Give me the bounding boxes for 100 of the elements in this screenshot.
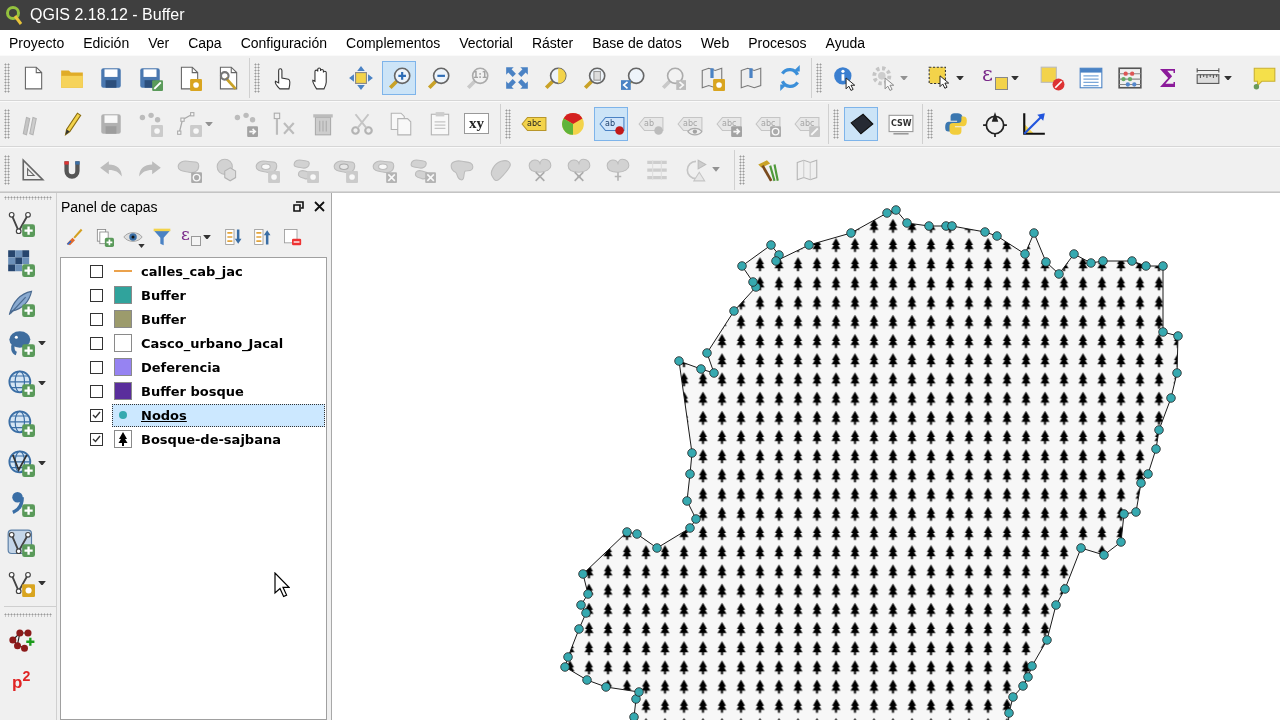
close-icon[interactable] bbox=[314, 201, 325, 212]
toolbar-grip[interactable] bbox=[927, 109, 933, 139]
caret-icon bbox=[205, 121, 213, 127]
menu-item[interactable]: Ver bbox=[139, 34, 180, 51]
zoom-out-icon bbox=[426, 65, 452, 91]
epsilon-square-button[interactable]: ε bbox=[180, 225, 216, 249]
tree-symbol-icon bbox=[114, 430, 132, 448]
monitor-button[interactable]: CSW bbox=[883, 107, 917, 141]
magnifier-icon bbox=[582, 65, 608, 91]
collapse-up-icon bbox=[253, 227, 273, 247]
shape-scissors-icon bbox=[527, 156, 553, 183]
square-icon bbox=[995, 76, 1008, 90]
toolbar-grip[interactable] bbox=[739, 154, 745, 185]
menu-item[interactable]: Configuración bbox=[231, 34, 338, 51]
filter-icon bbox=[152, 227, 172, 247]
app-logo-icon bbox=[5, 5, 23, 25]
menu-item[interactable]: Base de datos bbox=[583, 34, 692, 51]
compass-icon bbox=[982, 111, 1008, 137]
scissors-icon bbox=[349, 111, 375, 137]
layer-name: calles_cab_jac bbox=[141, 263, 243, 279]
pages-plus-icon bbox=[94, 227, 114, 247]
map-pin-icon bbox=[738, 65, 764, 91]
menu-item[interactable]: Capa bbox=[179, 34, 232, 51]
menu-item[interactable]: Complementos bbox=[337, 34, 451, 51]
toolbar-grip[interactable] bbox=[4, 154, 10, 185]
points-star-icon bbox=[137, 111, 163, 137]
globe-vector-plus-icon bbox=[7, 449, 35, 477]
toolbar-grip[interactable] bbox=[4, 63, 10, 93]
elephant-plus-icon bbox=[7, 329, 35, 357]
pie-chart-icon bbox=[560, 111, 586, 137]
toolbar-grip[interactable] bbox=[505, 109, 511, 139]
menu-item[interactable]: Vectorial bbox=[450, 34, 523, 51]
page-remove-icon bbox=[282, 227, 302, 247]
p-squared-button[interactable]: p$^{2}$ bbox=[4, 663, 38, 697]
layer-checkbox[interactable] bbox=[90, 288, 103, 302]
toolbar-grip[interactable] bbox=[816, 63, 822, 93]
layer-checkbox[interactable] bbox=[90, 384, 103, 398]
caret-icon bbox=[203, 234, 211, 240]
globe-plus-icon bbox=[7, 369, 35, 397]
magnifier-back-icon bbox=[621, 65, 647, 91]
globe-plus-icon bbox=[7, 409, 35, 437]
shapes-remove-icon bbox=[410, 156, 436, 183]
layer-checkbox[interactable] bbox=[90, 408, 103, 422]
toolbar-grip[interactable] bbox=[4, 613, 52, 617]
layer-item[interactable]: Deferencia bbox=[112, 355, 325, 379]
info-cursor-icon bbox=[832, 65, 858, 91]
caret-icon bbox=[38, 580, 46, 586]
line-nodes-icon bbox=[176, 111, 202, 137]
layer-item[interactable]: Buffer bosque bbox=[112, 379, 325, 403]
checkmark-icon bbox=[92, 411, 101, 419]
label-pin-button[interactable]: ab bbox=[594, 107, 628, 141]
zoom-in-button[interactable] bbox=[382, 61, 416, 95]
layer-checkbox[interactable] bbox=[90, 336, 103, 350]
menu-item[interactable]: Ráster bbox=[522, 34, 584, 51]
layer-item[interactable]: Buffer bbox=[112, 307, 325, 331]
undock-icon[interactable] bbox=[293, 201, 304, 212]
layer-name: Buffer bbox=[141, 311, 186, 327]
menu-item[interactable]: Ayuda bbox=[816, 34, 875, 51]
toolbar-grip[interactable] bbox=[833, 109, 839, 139]
trash-icon bbox=[310, 111, 336, 137]
label-tag-button[interactable]: abc bbox=[516, 107, 550, 141]
layer-checkbox[interactable] bbox=[90, 264, 103, 278]
caret-icon bbox=[900, 75, 908, 81]
epsilon-square-button[interactable]: ε bbox=[978, 61, 1029, 95]
layer-checkbox[interactable] bbox=[90, 432, 103, 446]
table-icon bbox=[1078, 65, 1104, 91]
layer-item[interactable]: calles_cab_jac bbox=[112, 259, 325, 283]
expand-arrows-icon bbox=[504, 65, 530, 91]
floppy-pencil-icon bbox=[137, 65, 163, 91]
caret-icon bbox=[712, 167, 720, 172]
checkmark-icon bbox=[92, 435, 101, 443]
menu-item[interactable]: Web bbox=[691, 34, 740, 51]
layer-item[interactable]: Buffer bbox=[112, 283, 325, 307]
square-remove-icon bbox=[1039, 65, 1065, 91]
layer-item[interactable]: Casco_urbano_Jacal bbox=[112, 331, 325, 355]
xy-button[interactable]: xy bbox=[461, 107, 495, 141]
dark-tile-button[interactable] bbox=[844, 107, 878, 141]
toolbar-grip[interactable] bbox=[4, 109, 10, 139]
layer-checkbox[interactable] bbox=[90, 312, 103, 326]
layer-item[interactable]: Nodos bbox=[112, 403, 325, 427]
menu-item[interactable]: Proyecto bbox=[0, 34, 75, 51]
toolbar-grip[interactable] bbox=[254, 63, 260, 93]
map-canvas[interactable] bbox=[331, 193, 1280, 720]
layer-name: Casco_urbano_Jacal bbox=[141, 335, 284, 351]
abacus-icon bbox=[1117, 65, 1143, 91]
layer-name: Buffer bbox=[141, 287, 186, 303]
toolbar-grip[interactable] bbox=[4, 196, 52, 200]
caret-icon bbox=[38, 340, 46, 346]
layer-name: Deferencia bbox=[141, 359, 221, 375]
raster-plus-icon bbox=[7, 249, 35, 277]
shapes-merge-icon bbox=[605, 156, 631, 183]
menu-item[interactable]: Procesos bbox=[739, 34, 817, 51]
menu-item[interactable]: Edición bbox=[74, 34, 140, 51]
zoom-in-icon bbox=[387, 65, 413, 91]
sum-button[interactable]: Σ bbox=[1151, 61, 1185, 95]
layer-name: Nodos bbox=[141, 407, 187, 423]
shape-scissors-icon bbox=[566, 156, 592, 183]
layer-item[interactable]: Bosque-de-sajbana bbox=[112, 427, 325, 451]
layer-checkbox[interactable] bbox=[90, 360, 103, 374]
vector-star-icon bbox=[7, 569, 35, 597]
